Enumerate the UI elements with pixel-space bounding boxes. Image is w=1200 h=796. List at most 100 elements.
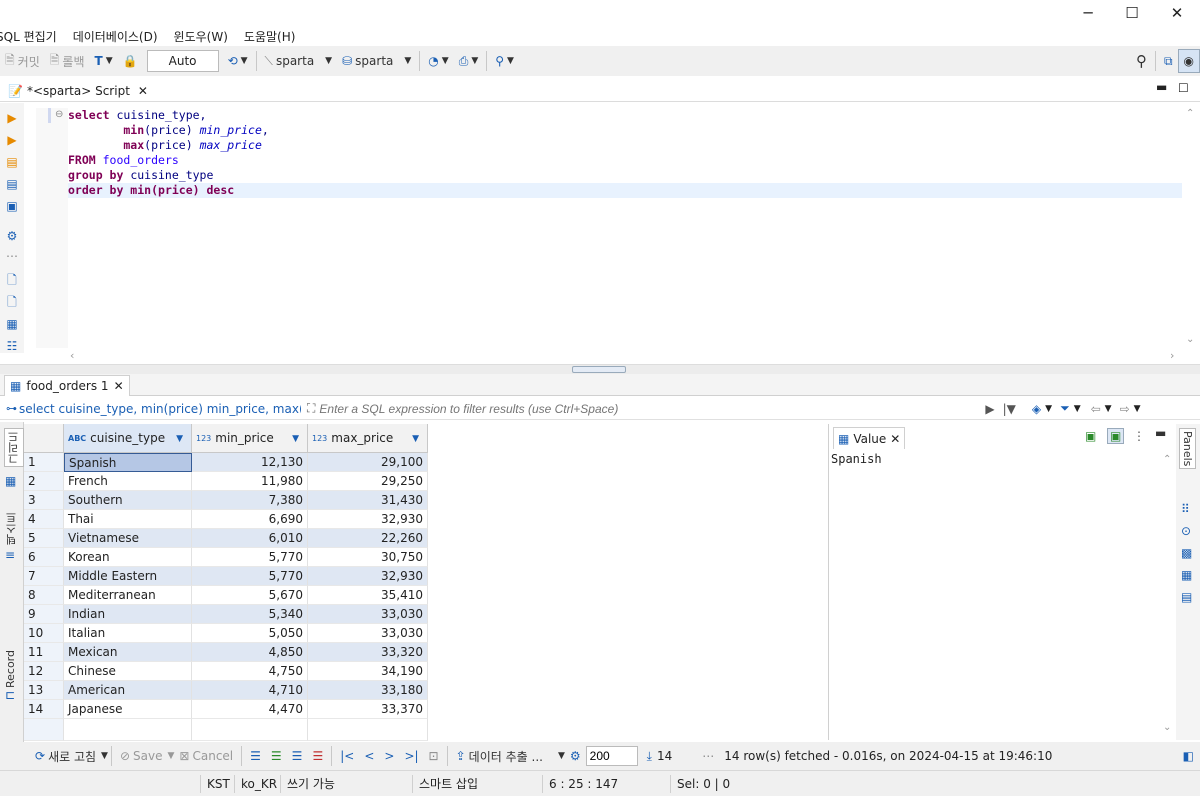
filter-history-icon[interactable]: |▼ bbox=[1003, 402, 1016, 416]
min-price-cell[interactable]: 11,980 bbox=[192, 472, 308, 491]
minimize-button[interactable]: ─ bbox=[1065, 0, 1111, 26]
maximize-view-icon[interactable]: ☐ bbox=[1178, 81, 1189, 95]
max-price-cell[interactable]: 33,320 bbox=[308, 643, 428, 662]
grouping-icon[interactable]: ⠿ bbox=[1181, 502, 1190, 516]
execute-new-tab-icon[interactable]: ▶ bbox=[5, 133, 19, 147]
fetch-size-input[interactable] bbox=[585, 746, 638, 766]
minimize-view-icon[interactable]: ▬ bbox=[1156, 80, 1167, 94]
execute-icon[interactable]: ▶ bbox=[5, 111, 19, 125]
max-price-cell[interactable]: 31,430 bbox=[308, 491, 428, 510]
table-row[interactable]: 2 French 11,980 29,250 bbox=[24, 472, 428, 491]
save-button[interactable]: ⊘ Save bbox=[115, 744, 168, 768]
row-number-cell[interactable]: 4 bbox=[24, 510, 64, 529]
chevron-down-icon[interactable]: ▼ bbox=[1074, 404, 1081, 414]
scroll-up-icon[interactable]: ⌃ bbox=[1163, 454, 1171, 465]
tab-text[interactable]: 텍스트 bbox=[4, 512, 20, 545]
cuisine-type-cell[interactable]: Mediterranean bbox=[64, 586, 192, 605]
chevron-down-icon[interactable]: ▼ bbox=[1105, 404, 1112, 414]
min-price-cell[interactable]: 5,670 bbox=[192, 586, 308, 605]
auto-save-icon[interactable]: ▣ bbox=[1107, 428, 1125, 444]
cuisine-type-cell[interactable]: Vietnamese bbox=[64, 529, 192, 548]
explain-plan-icon[interactable]: ▤ bbox=[5, 177, 19, 191]
tab-value[interactable]: ▦ Value ✕ bbox=[833, 427, 906, 449]
datasource-selector[interactable]: ⟍ sparta ▼ bbox=[260, 49, 338, 73]
code-line[interactable]: order by min(price) desc bbox=[68, 183, 1182, 198]
row-number-cell[interactable]: 10 bbox=[24, 624, 64, 643]
transaction-mode-button[interactable]: T ▼ bbox=[90, 49, 118, 73]
menu-sql-editor[interactable]: SQL 편집기 bbox=[0, 28, 65, 45]
cuisine-type-cell[interactable]: Middle Eastern bbox=[64, 567, 192, 586]
table-row[interactable]: 9 Indian 5,340 33,030 bbox=[24, 605, 428, 624]
close-icon[interactable]: ✕ bbox=[138, 84, 148, 98]
cancel-button[interactable]: ⊠ Cancel bbox=[174, 744, 238, 768]
print-button[interactable]: ⎙ ▼ bbox=[454, 49, 484, 73]
max-price-cell[interactable]: 33,180 bbox=[308, 681, 428, 700]
tab-script[interactable]: 📝 *<sparta> Script ✕ bbox=[4, 80, 152, 102]
max-price-cell[interactable]: 34,190 bbox=[308, 662, 428, 681]
history-button[interactable]: ⟲ ▼ bbox=[223, 49, 253, 73]
chevron-down-icon[interactable]: ▼ bbox=[558, 751, 565, 761]
table-row[interactable]: 7 Middle Eastern 5,770 32,930 bbox=[24, 567, 428, 586]
perspective-button[interactable]: ⧉ bbox=[1159, 49, 1178, 73]
sql-editor[interactable]: select cuisine_type, min(price) min_pric… bbox=[68, 108, 1182, 348]
table-row[interactable]: 3 Southern 7,380 31,430 bbox=[24, 491, 428, 510]
row-number-cell[interactable]: 5 bbox=[24, 529, 64, 548]
cuisine-type-cell[interactable]: Spanish bbox=[64, 453, 192, 472]
table-row[interactable]: 10 Italian 5,050 33,030 bbox=[24, 624, 428, 643]
max-price-cell[interactable]: 33,030 bbox=[308, 605, 428, 624]
close-button[interactable]: ✕ bbox=[1154, 0, 1200, 26]
code-line[interactable]: FROM food_orders bbox=[68, 153, 1182, 168]
expand-icon[interactable]: ⛶ bbox=[307, 401, 315, 416]
scroll-up-icon[interactable]: ⌃ bbox=[1186, 108, 1194, 119]
fold-icon[interactable]: ⊖ bbox=[55, 109, 63, 120]
menu-database[interactable]: 데이터베이스(D) bbox=[65, 28, 166, 45]
scroll-right-icon[interactable]: › bbox=[1170, 349, 1174, 362]
table-row[interactable]: 8 Mediterranean 5,670 35,410 bbox=[24, 586, 428, 605]
delete-row-icon[interactable]: ☰ bbox=[307, 744, 328, 768]
table-row[interactable]: 14 Japanese 4,470 33,370 bbox=[24, 700, 428, 719]
cuisine-type-cell[interactable]: Thai bbox=[64, 510, 192, 529]
cuisine-type-cell[interactable]: Italian bbox=[64, 624, 192, 643]
cuisine-type-cell[interactable]: Southern bbox=[64, 491, 192, 510]
refresh-button[interactable]: ⟳ 새로 고침 bbox=[30, 744, 101, 768]
more-options-icon[interactable]: ⋮ bbox=[1133, 429, 1145, 443]
row-number-cell[interactable]: 12 bbox=[24, 662, 64, 681]
maximize-button[interactable]: ☐ bbox=[1109, 0, 1155, 26]
last-page-icon[interactable]: >| bbox=[399, 744, 423, 768]
gear-icon[interactable]: ⚙ bbox=[5, 229, 19, 243]
first-page-icon[interactable]: |< bbox=[335, 744, 359, 768]
copy-row-icon[interactable]: ☰ bbox=[287, 744, 308, 768]
schema-selector[interactable]: ⛁ sparta ▼ bbox=[337, 49, 416, 73]
tab-record[interactable]: Record bbox=[4, 650, 17, 688]
max-price-cell[interactable]: 33,370 bbox=[308, 700, 428, 719]
min-price-cell[interactable]: 4,470 bbox=[192, 700, 308, 719]
tab-food-orders[interactable]: ▦ food_orders 1 ✕ bbox=[4, 375, 130, 396]
save-value-icon[interactable]: ▣ bbox=[1085, 429, 1096, 443]
row-number-cell[interactable]: 14 bbox=[24, 700, 64, 719]
dashboard-button[interactable]: ◔ ▼ bbox=[423, 49, 453, 73]
chevron-down-icon[interactable]: ▼ bbox=[1134, 404, 1141, 414]
editor-vertical-scrollbar[interactable]: ⌃ ⌄ bbox=[1182, 108, 1200, 348]
min-price-cell[interactable]: 5,770 bbox=[192, 567, 308, 586]
row-count-icon[interactable]: ⤓ bbox=[642, 744, 657, 768]
cuisine-type-cell[interactable]: French bbox=[64, 472, 192, 491]
outline-icon[interactable]: ☷ bbox=[5, 339, 19, 353]
max-price-cell[interactable]: 29,100 bbox=[308, 453, 428, 472]
code-line[interactable]: max(price) max_price bbox=[68, 138, 1182, 153]
cuisine-type-cell[interactable]: Chinese bbox=[64, 662, 192, 681]
min-price-cell[interactable]: 7,380 bbox=[192, 491, 308, 510]
back-icon[interactable]: ⇦ bbox=[1091, 402, 1101, 416]
sort-dropdown-icon[interactable]: ▼ bbox=[292, 434, 299, 444]
tab-grid[interactable]: 그리드 bbox=[4, 428, 24, 467]
editor-horizontal-scrollbar[interactable]: ‹ › bbox=[68, 348, 1182, 364]
column-header-cuisine-type[interactable]: ABC cuisine_type ▼ bbox=[64, 424, 192, 453]
export-script-icon[interactable]: ▦ bbox=[5, 317, 19, 331]
filter-input[interactable] bbox=[319, 398, 980, 419]
min-price-cell[interactable]: 12,130 bbox=[192, 453, 308, 472]
filter-icon[interactable]: ⏷ bbox=[1060, 401, 1070, 416]
value-content[interactable]: Spanish bbox=[831, 452, 882, 466]
references-icon[interactable]: ▩ bbox=[1181, 546, 1192, 560]
lock-button[interactable]: 🔒 bbox=[118, 49, 143, 73]
global-search-button[interactable]: ⚲ bbox=[1131, 49, 1152, 73]
sort-dropdown-icon[interactable]: ▼ bbox=[176, 434, 183, 444]
